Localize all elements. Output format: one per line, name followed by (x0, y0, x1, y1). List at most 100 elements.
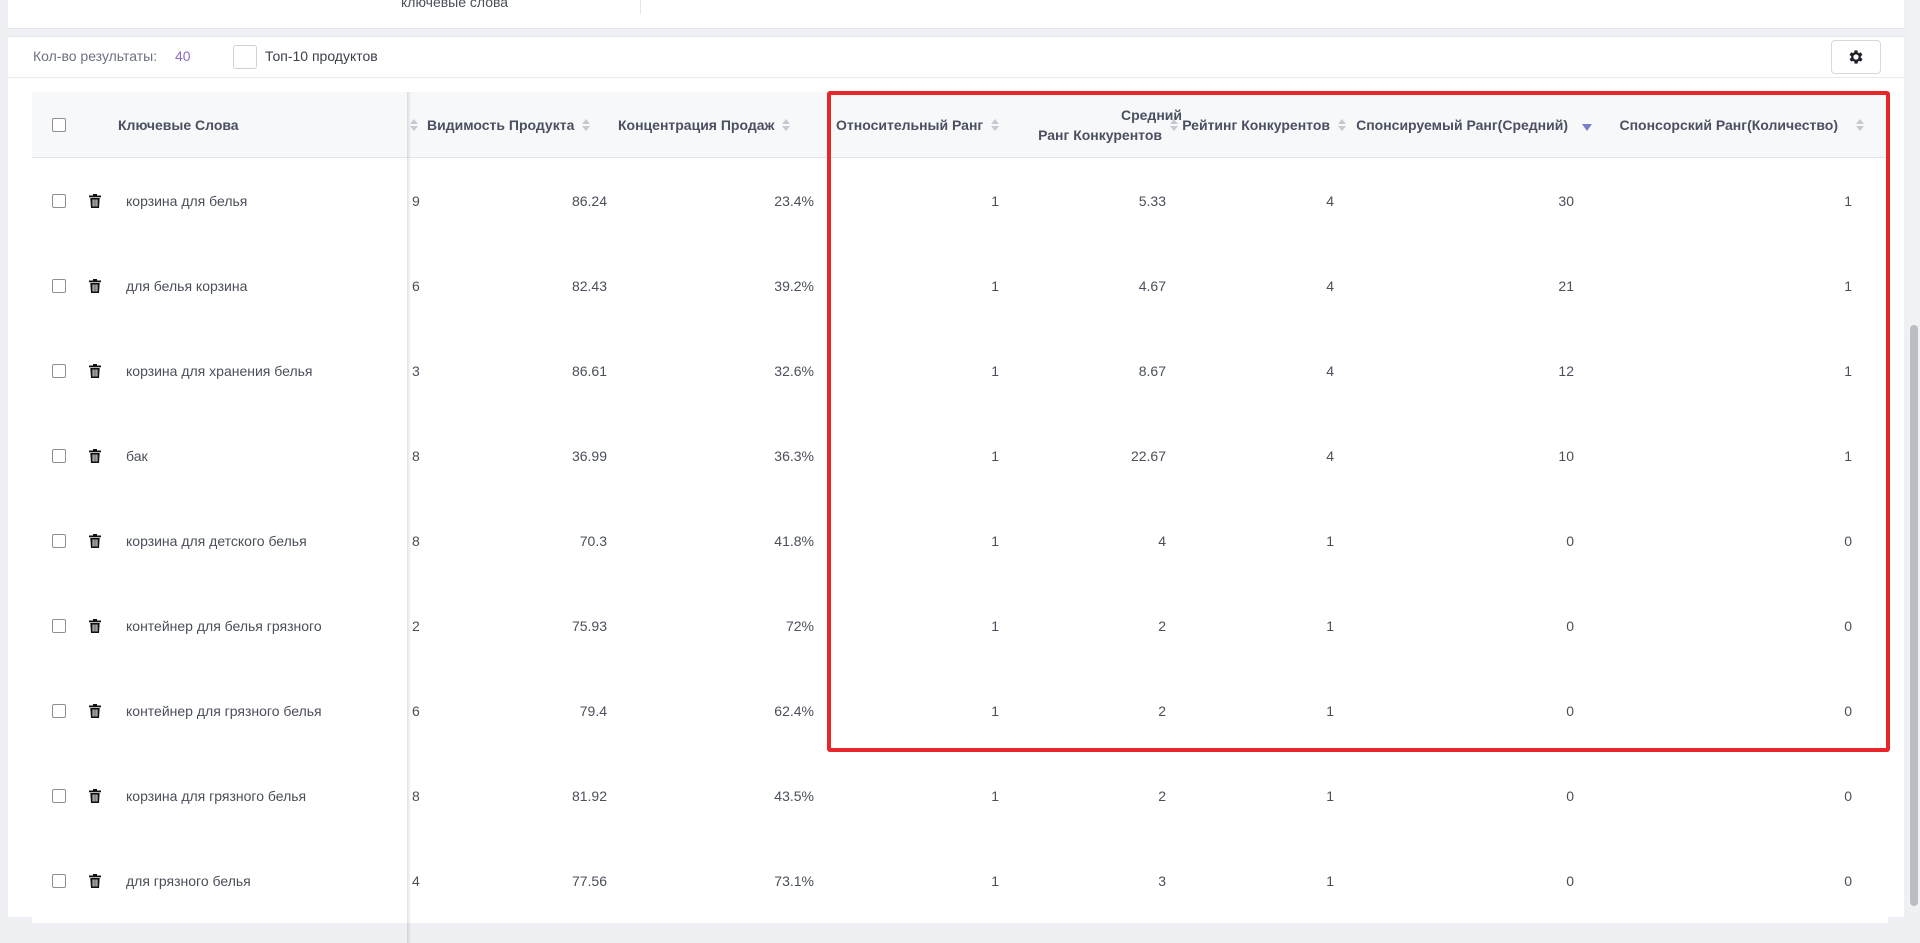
header-comp-rating[interactable]: Рейтинг Конкурентов (1182, 92, 1346, 157)
cell-sponsored-count: 0 (1844, 787, 1852, 804)
cell-visibility: 75.93 (571, 617, 607, 634)
delete-button[interactable] (89, 668, 103, 753)
cell-keyword[interactable]: корзина для грязного белья (126, 753, 401, 838)
select-all-checkbox[interactable] (52, 117, 66, 132)
header-sponsored-avg[interactable]: Спонсируемый Ранг(Средний) (1352, 92, 1592, 157)
row-select-cell (52, 413, 66, 498)
settings-button[interactable] (1831, 40, 1881, 74)
cell-sponsored-avg: 0 (1566, 702, 1574, 719)
row-select-cell (52, 583, 66, 668)
cell-keyword[interactable]: корзина для белья (126, 158, 401, 243)
row-select-cell (52, 838, 66, 923)
cell-keyword[interactable]: для грязного белья (126, 838, 401, 923)
delete-button[interactable] (89, 583, 103, 668)
gear-icon (1849, 50, 1863, 64)
cell-visibility: 82.43 (571, 277, 607, 294)
table-row: контейнер для грязного белья 6 79.4 62.4% 1 2… (32, 668, 1888, 754)
delete-button[interactable] (89, 413, 103, 498)
sort-icon (991, 118, 1000, 131)
trash-icon (89, 788, 101, 803)
cell-avg-comp-rank: 3 (1158, 872, 1166, 889)
cell-avg-comp-rank: 8.67 (1138, 362, 1166, 379)
row-checkbox[interactable] (52, 278, 66, 293)
cell-relative-rank: 1 (991, 362, 999, 379)
cell-sponsored-avg: 0 (1566, 617, 1574, 634)
scrollbar-thumb[interactable] (1910, 325, 1918, 906)
cell-concentration: 72% (785, 617, 814, 634)
sort-icon (1170, 118, 1178, 131)
cell-sponsored-count: 1 (1844, 362, 1852, 379)
cell-visibility: 36.99 (571, 447, 607, 464)
table-row: контейнер для белья грязного 2 75.93 72% 1 2 1… (32, 583, 1888, 669)
delete-button[interactable] (89, 328, 103, 413)
cell-keyword[interactable]: бак (126, 413, 401, 498)
cell-keyword[interactable]: для белья корзина (126, 243, 401, 328)
sort-icon (1338, 118, 1346, 131)
header-keywords[interactable]: Ключевые Слова (118, 92, 398, 157)
delete-button[interactable] (89, 498, 103, 583)
row-checkbox[interactable] (52, 873, 66, 888)
top10-checkbox[interactable] (233, 45, 257, 69)
row-checkbox[interactable] (52, 703, 66, 718)
trash-icon (89, 448, 101, 463)
header-keywords-label: Ключевые Слова (118, 116, 239, 133)
cell-sponsored-avg: 0 (1566, 532, 1574, 549)
delete-button[interactable] (89, 158, 103, 243)
row-select-cell (52, 243, 66, 328)
delete-button[interactable] (89, 753, 103, 838)
cell-sponsored-count: 1 (1844, 277, 1852, 294)
cell-keyword[interactable]: корзина для хранения белья (126, 328, 401, 413)
header-sponsored-avg-label: Спонсируемый Ранг(Средний) (1356, 116, 1568, 133)
cell-sponsored-avg: 12 (1558, 362, 1574, 379)
top10-label[interactable]: Топ-10 продуктов (265, 48, 378, 64)
row-select-cell (52, 668, 66, 753)
cell-relative-rank: 1 (991, 617, 999, 634)
cell-relative-rank: 1 (991, 532, 999, 549)
cell-visibility: 81.92 (571, 787, 607, 804)
cell-relative-rank: 1 (991, 192, 999, 209)
row-checkbox[interactable] (52, 618, 66, 633)
cut-off-label: ключевые слова (401, 0, 509, 10)
table-row: бак 8 36.99 36.3% 1 22.67 4 10 1 (32, 413, 1888, 499)
cell-avg-comp-rank: 22.67 (1130, 447, 1166, 464)
header-relative-rank-label: Относительный Ранг (836, 116, 984, 133)
cell-comp-rating: 4 (1326, 192, 1334, 209)
row-checkbox[interactable] (52, 363, 66, 378)
cell-relative-rank: 1 (991, 872, 999, 889)
select-all-cell (52, 92, 66, 157)
results-count-label: Кол-во результаты: (33, 48, 158, 64)
cell-visibility: 86.61 (571, 362, 607, 379)
header-avg-comp-rank[interactable]: Средний Ранг Конкурентов (1023, 92, 1182, 157)
vertical-scrollbar[interactable] (1908, 0, 1920, 906)
cell-visibility: 70.3 (579, 532, 607, 549)
row-select-cell (52, 328, 66, 413)
table-row: корзина для грязного белья 8 81.92 43.5% 1 2 1… (32, 753, 1888, 839)
cell-concentration: 23.4% (774, 192, 814, 209)
fixed-column-shadow (407, 92, 411, 943)
cell-sponsored-count: 1 (1844, 447, 1852, 464)
cell-keyword[interactable]: контейнер для грязного белья (126, 668, 401, 753)
table-row: корзина для детского белья 8 70.3 41.8% 1 4 1 0… (32, 498, 1888, 584)
cell-keyword[interactable]: корзина для детского белья (126, 498, 401, 583)
row-checkbox[interactable] (52, 193, 66, 208)
cell-concentration: 36.3% (774, 447, 814, 464)
row-checkbox[interactable] (52, 788, 66, 803)
cell-keyword[interactable]: контейнер для белья грязного (126, 583, 401, 668)
header-sponsored-count[interactable]: Спонсорский Ранг(Количество) (1607, 92, 1864, 157)
cell-comp-rating: 1 (1326, 532, 1334, 549)
row-select-cell (52, 753, 66, 838)
delete-button[interactable] (89, 243, 103, 328)
row-checkbox[interactable] (52, 533, 66, 548)
header-concentration[interactable]: Концентрация Продаж (618, 92, 818, 157)
sort-icon (410, 118, 418, 131)
delete-button[interactable] (89, 838, 103, 923)
cell-sponsored-avg: 0 (1566, 787, 1574, 804)
cell-visibility: 86.24 (571, 192, 607, 209)
cell-relative-rank: 1 (991, 787, 999, 804)
cell-concentration: 39.2% (774, 277, 814, 294)
cell-sponsored-count: 0 (1844, 532, 1852, 549)
header-visibility[interactable]: Видимость Продукта (427, 92, 607, 157)
row-checkbox[interactable] (52, 448, 66, 463)
header-relative-rank[interactable]: Относительный Ранг (836, 92, 1011, 157)
cell-sponsored-count: 1 (1844, 192, 1852, 209)
